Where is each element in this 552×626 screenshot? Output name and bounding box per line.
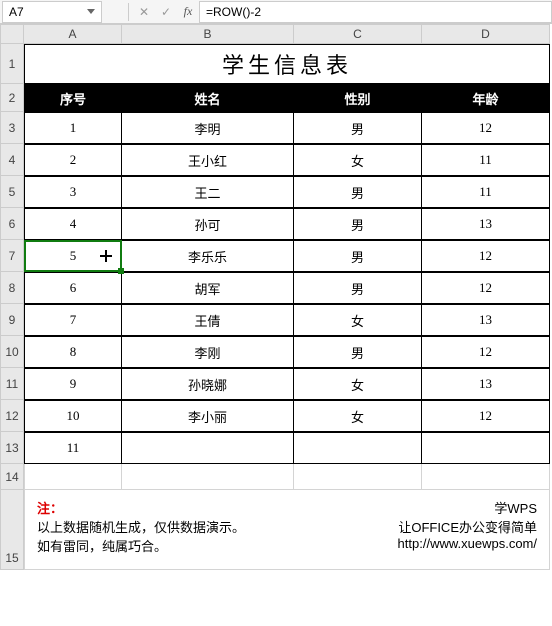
cell-A9[interactable]: 7 — [24, 304, 122, 336]
cell-th-name[interactable]: 姓名 — [122, 84, 294, 112]
cell-C5[interactable]: 男 — [294, 176, 422, 208]
cell-th-sex[interactable]: 性别 — [294, 84, 422, 112]
cell-B13[interactable] — [122, 432, 294, 464]
note-line2: 如有雷同，纯属巧合。 — [37, 536, 245, 555]
fx-icon[interactable]: fx — [177, 1, 199, 23]
column-header-row: A B C D — [0, 24, 552, 44]
formula-input[interactable]: =ROW()-2 — [199, 1, 552, 23]
cell-th-age[interactable]: 年龄 — [422, 84, 550, 112]
cell-A3[interactable]: 1 — [24, 112, 122, 144]
cell-D14[interactable] — [422, 464, 550, 490]
row-header-15[interactable]: 15 — [0, 490, 24, 570]
cell-D6[interactable]: 13 — [422, 208, 550, 240]
cell-D3[interactable]: 12 — [422, 112, 550, 144]
cell-A7[interactable]: 5 — [24, 240, 122, 272]
formula-bar: A7 ✕ ✓ fx =ROW()-2 — [0, 0, 552, 24]
row-header-3[interactable]: 3 — [0, 112, 24, 144]
table-title: 学生信息表 — [222, 48, 352, 80]
cell-B3[interactable]: 李明 — [122, 112, 294, 144]
cell-D13[interactable] — [422, 432, 550, 464]
note-left: 注： 以上数据随机生成，仅供数据演示。 如有雷同，纯属巧合。 — [37, 498, 245, 561]
cell-A11[interactable]: 9 — [24, 368, 122, 400]
col-header-C[interactable]: C — [294, 24, 422, 44]
cell-C9[interactable]: 女 — [294, 304, 422, 336]
cell-C6[interactable]: 男 — [294, 208, 422, 240]
confirm-formula-check-icon[interactable]: ✓ — [155, 1, 177, 23]
row-header-10[interactable]: 10 — [0, 336, 24, 368]
cell-A6[interactable]: 4 — [24, 208, 122, 240]
cell-A10[interactable]: 8 — [24, 336, 122, 368]
cell-D10[interactable]: 12 — [422, 336, 550, 368]
note-label: 注： — [37, 501, 63, 516]
promo-l3: http://www.xuewps.com/ — [398, 536, 537, 551]
row-header-9[interactable]: 9 — [0, 304, 24, 336]
cell-D5[interactable]: 11 — [422, 176, 550, 208]
cell-A12[interactable]: 10 — [24, 400, 122, 432]
cell-B7[interactable]: 李乐乐 — [122, 240, 294, 272]
cell-C3[interactable]: 男 — [294, 112, 422, 144]
select-all-corner[interactable] — [0, 24, 24, 44]
cell-A14[interactable] — [24, 464, 122, 490]
cell-B8[interactable]: 胡军 — [122, 272, 294, 304]
cell-B12[interactable]: 李小丽 — [122, 400, 294, 432]
formula-text: =ROW()-2 — [206, 5, 261, 19]
cell-D7[interactable]: 12 — [422, 240, 550, 272]
cell-A13[interactable]: 11 — [24, 432, 122, 464]
cancel-formula-x-icon[interactable]: ✕ — [133, 1, 155, 23]
fill-handle[interactable] — [118, 268, 124, 274]
cell-C10[interactable]: 男 — [294, 336, 422, 368]
cell-B10[interactable]: 李刚 — [122, 336, 294, 368]
cell-C4[interactable]: 女 — [294, 144, 422, 176]
row-header-6[interactable]: 6 — [0, 208, 24, 240]
cell-note[interactable]: 注： 以上数据随机生成，仅供数据演示。 如有雷同，纯属巧合。 学WPS 让OFF… — [24, 490, 550, 570]
note-line1: 以上数据随机生成，仅供数据演示。 — [37, 517, 245, 536]
cell-title[interactable]: 学生信息表 — [24, 44, 550, 84]
cell-C12[interactable]: 女 — [294, 400, 422, 432]
cell-D9[interactable]: 13 — [422, 304, 550, 336]
cell-A8[interactable]: 6 — [24, 272, 122, 304]
col-header-D[interactable]: D — [422, 24, 550, 44]
cell-B4[interactable]: 王小红 — [122, 144, 294, 176]
cell-B5[interactable]: 王二 — [122, 176, 294, 208]
sheet-area[interactable]: 学生信息表 序号 姓名 性别 年龄 1李明男122王小红女113王二男114孙可… — [24, 44, 550, 570]
row-header-7[interactable]: 7 — [0, 240, 24, 272]
row-header-11[interactable]: 11 — [0, 368, 24, 400]
row-header-2[interactable]: 2 — [0, 84, 24, 112]
cell-th-seq[interactable]: 序号 — [24, 84, 122, 112]
note-right: 学WPS 让OFFICE办公变得简单 http://www.xuewps.com… — [398, 498, 537, 561]
row-header-8[interactable]: 8 — [0, 272, 24, 304]
promo-l1: 学WPS — [398, 498, 537, 517]
cell-B9[interactable]: 王倩 — [122, 304, 294, 336]
row-header-5[interactable]: 5 — [0, 176, 24, 208]
cell-A4[interactable]: 2 — [24, 144, 122, 176]
cell-C8[interactable]: 男 — [294, 272, 422, 304]
cell-C11[interactable]: 女 — [294, 368, 422, 400]
row-header-12[interactable]: 12 — [0, 400, 24, 432]
cell-C7[interactable]: 男 — [294, 240, 422, 272]
cell-D8[interactable]: 12 — [422, 272, 550, 304]
promo-l2: 让OFFICE办公变得简单 — [398, 517, 537, 536]
col-header-A[interactable]: A — [24, 24, 122, 44]
chevron-down-icon[interactable] — [87, 9, 95, 14]
cell-A5[interactable]: 3 — [24, 176, 122, 208]
cell-B6[interactable]: 孙可 — [122, 208, 294, 240]
cell-B11[interactable]: 孙晓娜 — [122, 368, 294, 400]
row-header-1[interactable]: 1 — [0, 44, 24, 84]
cell-D12[interactable]: 12 — [422, 400, 550, 432]
cell-D4[interactable]: 11 — [422, 144, 550, 176]
cell-D11[interactable]: 13 — [422, 368, 550, 400]
cell-C13[interactable] — [294, 432, 422, 464]
row-header-13[interactable]: 13 — [0, 432, 24, 464]
name-box[interactable]: A7 — [2, 1, 102, 23]
cursor-plus-icon — [99, 249, 113, 263]
cell-B14[interactable] — [122, 464, 294, 490]
col-header-B[interactable]: B — [122, 24, 294, 44]
name-box-value: A7 — [9, 5, 24, 19]
row-header-column: 1 2 3 4 5 6 7 8 9 10 11 12 13 14 15 — [0, 44, 24, 570]
row-header-14[interactable]: 14 — [0, 464, 24, 490]
row-header-4[interactable]: 4 — [0, 144, 24, 176]
cell-C14[interactable] — [294, 464, 422, 490]
